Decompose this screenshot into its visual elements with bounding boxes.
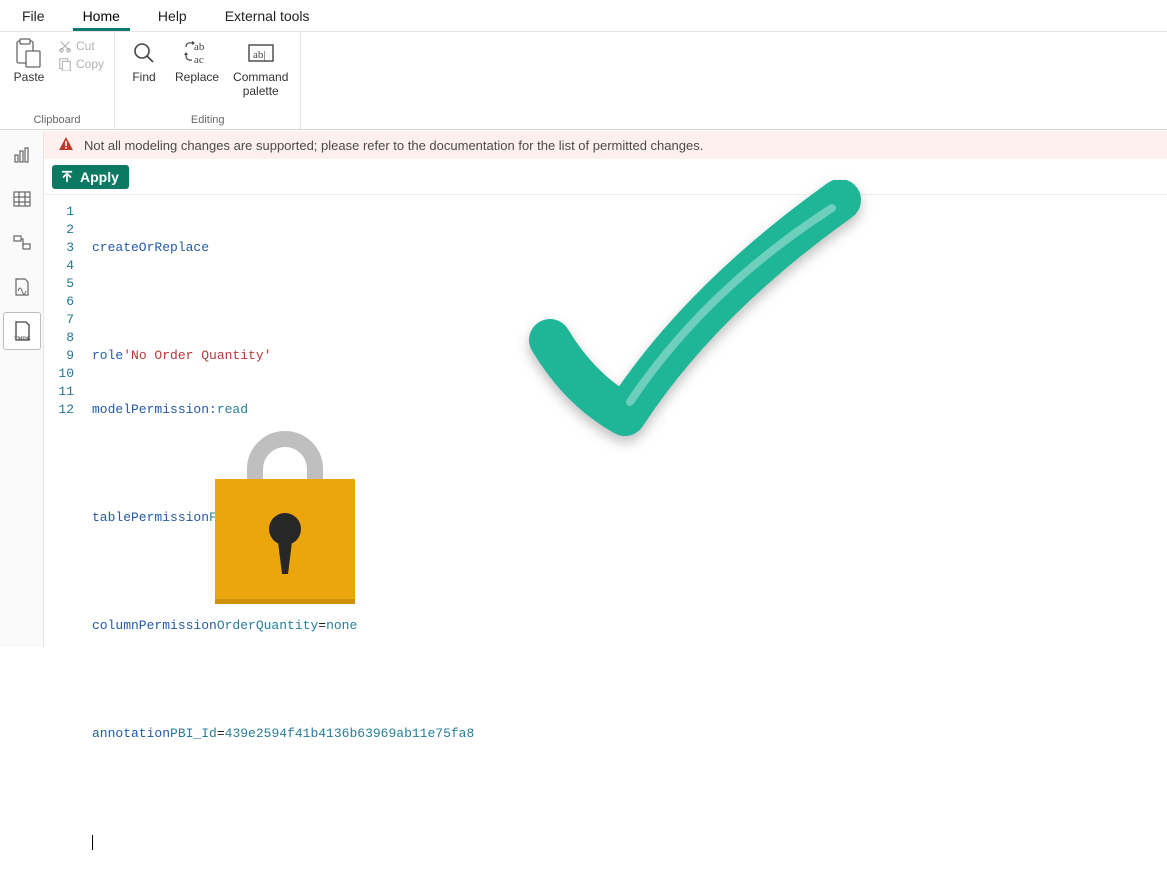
token-keyword: createOrReplace <box>92 239 209 257</box>
menu-file[interactable]: File <box>12 2 55 31</box>
paste-icon <box>14 38 44 68</box>
report-view-button[interactable] <box>4 137 40 173</box>
tmdl-view-button[interactable]: TMDL <box>4 313 40 349</box>
code-editor[interactable]: 123 456 789 101112 createOrReplace role … <box>44 195 1167 647</box>
bar-chart-icon <box>12 145 32 165</box>
view-switcher: TMDL <box>0 131 44 647</box>
tmdl-icon: TMDL <box>11 320 33 342</box>
apply-label: Apply <box>80 169 119 185</box>
menu-external-tools[interactable]: External tools <box>215 2 320 31</box>
command-palette-icon: ab| <box>246 38 276 68</box>
replace-label: Replace <box>175 70 219 84</box>
find-icon <box>129 38 159 68</box>
table-icon <box>12 189 32 209</box>
token-keyword: annotation <box>92 725 170 743</box>
dax-icon <box>12 277 32 297</box>
ribbon-group-clipboard: Paste Cut Copy Clipboard <box>0 32 115 129</box>
token-keyword: columnPermission <box>92 617 217 635</box>
command-palette-label2: palette <box>243 84 279 98</box>
text-cursor <box>92 835 93 850</box>
token-value: none <box>326 617 357 635</box>
apply-button[interactable]: Apply <box>52 165 129 189</box>
warning-bar: Not all modeling changes are supported; … <box>44 131 1167 159</box>
replace-button[interactable]: abac Replace <box>171 36 223 86</box>
warning-text: Not all modeling changes are supported; … <box>84 138 703 153</box>
apply-bar: Apply <box>44 159 1167 195</box>
svg-text:TMDL: TMDL <box>14 336 31 342</box>
dax-view-button[interactable] <box>4 269 40 305</box>
find-label: Find <box>132 70 155 84</box>
command-palette-button[interactable]: ab| Command palette <box>229 36 292 100</box>
paste-button[interactable]: Paste <box>8 36 50 86</box>
token-keyword: modelPermission: <box>92 401 217 419</box>
model-view-button[interactable] <box>4 225 40 261</box>
ribbon-group-label-editing: Editing <box>123 112 292 129</box>
token-identifier: FactInternetSales <box>209 509 342 527</box>
line-numbers: 123 456 789 101112 <box>44 195 82 647</box>
menu-home[interactable]: Home <box>73 2 130 31</box>
token-hash: 439e2594f41b4136b63969ab11e75fa8 <box>225 725 475 743</box>
cut-label: Cut <box>76 39 95 53</box>
ribbon-group-editing: Find abac Replace ab| Command palette Ed… <box>115 32 301 129</box>
token-keyword: tablePermission <box>92 509 209 527</box>
svg-text:ac: ac <box>194 54 204 66</box>
code-content[interactable]: createOrReplace role 'No Order Quantity'… <box>82 195 1167 647</box>
upload-arrow-icon <box>60 170 74 184</box>
menu-help[interactable]: Help <box>148 2 197 31</box>
replace-icon: abac <box>182 38 212 68</box>
paste-label: Paste <box>14 70 45 84</box>
table-view-button[interactable] <box>4 181 40 217</box>
token-equals: = <box>318 617 326 635</box>
token-keyword: role <box>92 347 123 365</box>
cut-button[interactable]: Cut <box>56 38 106 54</box>
svg-text:ab|: ab| <box>253 49 266 61</box>
find-button[interactable]: Find <box>123 36 165 86</box>
ribbon: Paste Cut Copy Clipboard Find <box>0 32 1167 130</box>
token-identifier: OrderQuantity <box>217 617 318 635</box>
command-palette-label1: Command <box>233 70 288 84</box>
ribbon-group-label-clipboard: Clipboard <box>8 112 106 129</box>
warning-icon <box>58 136 74 155</box>
copy-button[interactable]: Copy <box>56 56 106 72</box>
token-string: 'No Order Quantity' <box>123 347 271 365</box>
copy-label: Copy <box>76 57 104 71</box>
svg-text:ab: ab <box>194 41 205 53</box>
token-value: read <box>217 401 248 419</box>
menu-bar: File Home Help External tools <box>0 0 1167 32</box>
token-equals: = <box>217 725 225 743</box>
model-icon <box>12 233 32 253</box>
token-identifier: PBI_Id <box>170 725 217 743</box>
